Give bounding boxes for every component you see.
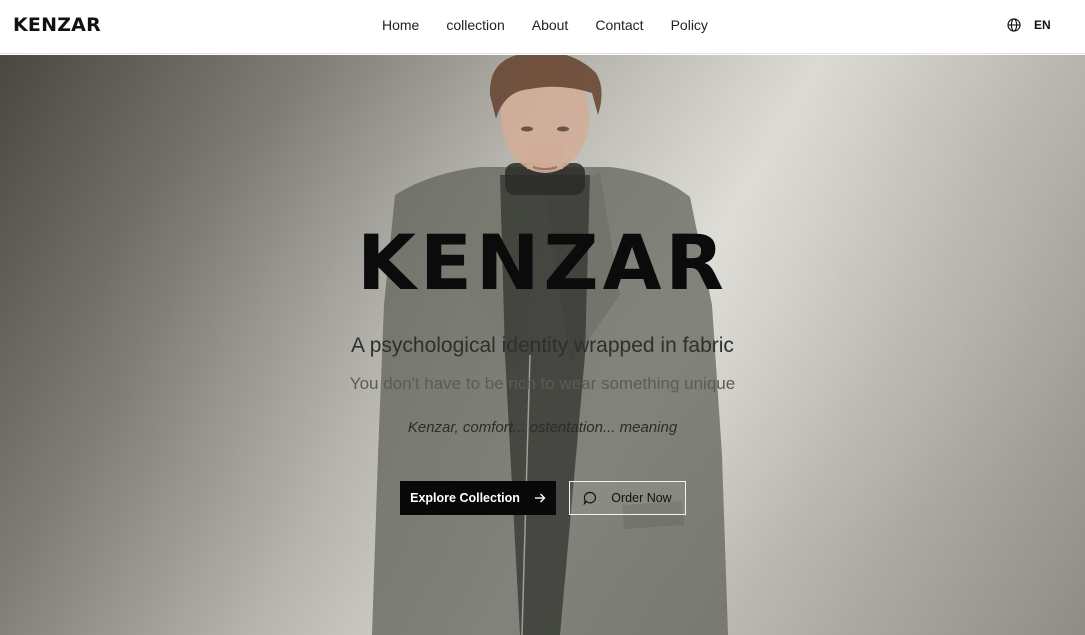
nav-about[interactable]: About (532, 17, 569, 33)
site-logo[interactable]: KENZAR (13, 14, 101, 36)
language-switcher[interactable]: EN (1007, 18, 1051, 32)
site-header: KENZAR Home collection About Contact Pol… (0, 0, 1085, 54)
nav-collection[interactable]: collection (446, 17, 504, 33)
arrow-right-icon (534, 493, 546, 503)
nav-home[interactable]: Home (382, 17, 419, 33)
order-now-label: Order Now (611, 491, 672, 505)
hero-title: KENZAR (357, 218, 728, 307)
explore-collection-label: Explore Collection (410, 491, 520, 505)
language-label: EN (1034, 18, 1051, 32)
nav-policy[interactable]: Policy (671, 17, 708, 33)
hero-content: KENZAR A psychological identity wrapped … (0, 55, 1085, 635)
hero-section: KENZAR A psychological identity wrapped … (0, 55, 1085, 635)
hero-subtitle: A psychological identity wrapped in fabr… (351, 334, 734, 357)
main-nav: Home collection About Contact Policy (382, 17, 708, 33)
globe-icon (1007, 18, 1021, 32)
order-now-button[interactable]: Order Now (569, 481, 686, 515)
nav-contact[interactable]: Contact (595, 17, 643, 33)
explore-collection-button[interactable]: Explore Collection (400, 481, 556, 515)
hero-tagline: Kenzar, comfort... ostentation... meanin… (407, 419, 678, 436)
chat-bubble-icon (583, 491, 597, 505)
hero-secondary-text: You don't have to be rich to wear someth… (349, 374, 736, 393)
